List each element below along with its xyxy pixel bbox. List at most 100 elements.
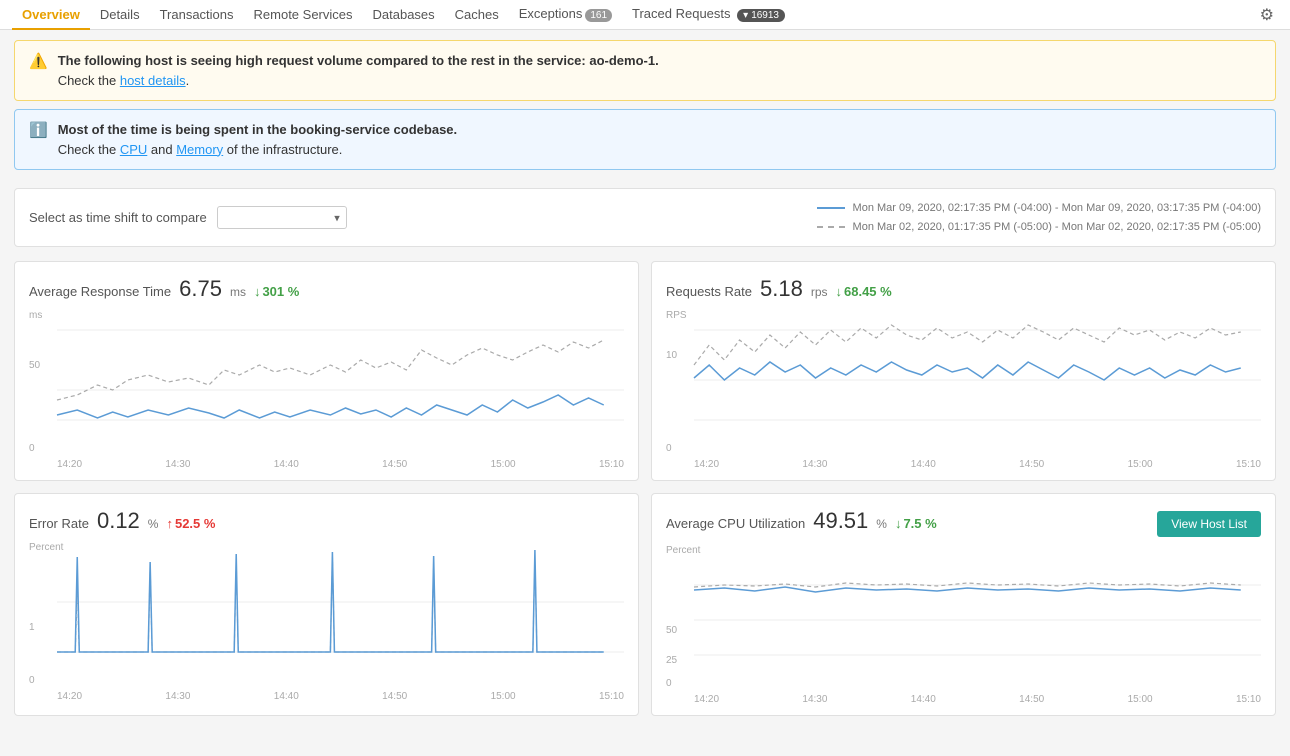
art-x5: 15:10	[599, 459, 624, 470]
nav-transactions[interactable]: Transactions	[150, 1, 244, 30]
art-x1: 14:30	[165, 459, 190, 470]
art-value: 6.75	[179, 276, 222, 302]
rr-x1: 14:30	[802, 459, 827, 470]
art-y-tick: 50	[29, 360, 40, 371]
timeshift-select[interactable]	[217, 206, 347, 229]
nav-traced-requests[interactable]: Traced Requests ▾16913	[622, 0, 795, 30]
nav-databases[interactable]: Databases	[363, 1, 445, 30]
cpu-unit: %	[876, 517, 887, 531]
cpu-y-tick25: 25	[666, 655, 677, 666]
rr-x4: 15:00	[1128, 459, 1153, 470]
er-x2: 14:40	[274, 691, 299, 702]
exceptions-badge: 161	[585, 9, 612, 22]
gear-wrap: ⚙	[1256, 1, 1278, 29]
art-x3: 14:50	[382, 459, 407, 470]
er-y-label: Percent	[29, 542, 63, 553]
rr-x5: 15:10	[1236, 459, 1261, 470]
settings-button[interactable]: ⚙	[1256, 1, 1278, 29]
legend-solid-line: Mon Mar 09, 2020, 02:17:35 PM (-04:00) -…	[817, 199, 1261, 218]
cpu-svg	[666, 545, 1261, 705]
dashed-line-icon	[817, 226, 845, 228]
nav-caches[interactable]: Caches	[445, 1, 509, 30]
art-change: 301 %	[254, 284, 299, 299]
cpu-x0: 14:20	[694, 694, 719, 705]
art-svg	[29, 310, 624, 470]
rr-x0: 14:20	[694, 459, 719, 470]
rr-x3: 14:50	[1019, 459, 1044, 470]
cpu-link[interactable]: CPU	[120, 142, 147, 157]
rr-change: 68.45 %	[836, 284, 892, 299]
host-details-link[interactable]: host details	[120, 73, 186, 88]
rr-x2: 14:40	[911, 459, 936, 470]
rr-value: 5.18	[760, 276, 803, 302]
chart-header-rr: Requests Rate 5.18 rps 68.45 %	[666, 276, 1261, 302]
nav-bar: Overview Details Transactions Remote Ser…	[0, 0, 1290, 30]
alert-warning-text: The following host is seeing high reques…	[58, 51, 659, 90]
rr-unit: rps	[811, 285, 828, 299]
er-x3: 14:50	[382, 691, 407, 702]
er-unit: %	[148, 517, 159, 531]
cpu-x4: 15:00	[1128, 694, 1153, 705]
er-x4: 15:00	[491, 691, 516, 702]
er-chart-area: Percent 1 0 14:20 14:30 14:40 14:50 15:0…	[29, 542, 624, 702]
art-y-label: ms	[29, 310, 42, 321]
er-x1: 14:30	[165, 691, 190, 702]
alerts-section: ⚠️ The following host is seeing high req…	[0, 30, 1290, 180]
timeshift-label: Select as time shift to compare	[29, 210, 207, 225]
rr-title: Requests Rate	[666, 284, 752, 299]
cpu-y-label: Percent	[666, 545, 700, 556]
chart-header-art: Average Response Time 6.75 ms 301 %	[29, 276, 624, 302]
avg-cpu-card: Average CPU Utilization 49.51 % 7.5 % Vi…	[651, 493, 1276, 716]
cpu-y-tick50: 50	[666, 625, 677, 636]
alert-warning: ⚠️ The following host is seeing high req…	[14, 40, 1276, 101]
memory-link[interactable]: Memory	[176, 142, 223, 157]
er-y-tick: 1	[29, 622, 35, 633]
cpu-x5: 15:10	[1236, 694, 1261, 705]
art-x0: 14:20	[57, 459, 82, 470]
timeshift-select-wrap	[217, 206, 347, 229]
alert-info-text: Most of the time is being spent in the b…	[58, 120, 457, 159]
art-y-zero: 0	[29, 443, 35, 454]
art-chart-area: ms 50 0 14:20 14:30 14:40 14:50 15:00 15	[29, 310, 624, 470]
chart-header-er: Error Rate 0.12 % 52.5 %	[29, 508, 624, 534]
cpu-y-zero: 0	[666, 678, 672, 689]
cpu-chart-area: Percent 50 25 0 14:20 14:30 14:40 14:50 …	[666, 545, 1261, 705]
chart-header-cpu: Average CPU Utilization 49.51 % 7.5 % Vi…	[666, 508, 1261, 537]
art-title: Average Response Time	[29, 284, 171, 299]
er-svg	[29, 542, 624, 702]
art-x4: 15:00	[491, 459, 516, 470]
requests-rate-card: Requests Rate 5.18 rps 68.45 % RPS 10 0 …	[651, 261, 1276, 481]
solid-line-icon	[817, 207, 845, 209]
nav-overview[interactable]: Overview	[12, 1, 90, 30]
er-change: 52.5 %	[166, 516, 215, 531]
nav-details[interactable]: Details	[90, 1, 150, 30]
legend-dashed-line: Mon Mar 02, 2020, 01:17:35 PM (-05:00) -…	[817, 218, 1261, 237]
charts-grid: Average Response Time 6.75 ms 301 % ms 5…	[0, 255, 1290, 730]
info-icon: ℹ️	[29, 121, 48, 139]
avg-response-time-card: Average Response Time 6.75 ms 301 % ms 5…	[14, 261, 639, 481]
art-unit: ms	[230, 285, 246, 299]
error-rate-card: Error Rate 0.12 % 52.5 % Percent 1 0 14:…	[14, 493, 639, 716]
rr-y-label: RPS	[666, 310, 687, 321]
rr-svg	[666, 310, 1261, 470]
cpu-x2: 14:40	[911, 694, 936, 705]
nav-exceptions[interactable]: Exceptions161	[509, 0, 622, 29]
nav-remote-services[interactable]: Remote Services	[244, 1, 363, 30]
cpu-title: Average CPU Utilization	[666, 516, 805, 531]
er-x5: 15:10	[599, 691, 624, 702]
rr-chart-area: RPS 10 0 14:20 14:30 14:40 14:50 15:00 1…	[666, 310, 1261, 470]
alert-info: ℹ️ Most of the time is being spent in th…	[14, 109, 1276, 170]
rr-y-zero: 0	[666, 443, 672, 454]
rr-y-tick: 10	[666, 350, 677, 361]
traced-requests-badge: ▾16913	[737, 9, 785, 22]
warning-icon: ⚠️	[29, 52, 48, 70]
view-host-list-button[interactable]: View Host List	[1157, 511, 1261, 537]
er-x0: 14:20	[57, 691, 82, 702]
legend: Mon Mar 09, 2020, 02:17:35 PM (-04:00) -…	[817, 199, 1261, 236]
cpu-value: 49.51	[813, 508, 868, 534]
cpu-change: 7.5 %	[895, 516, 937, 531]
er-value: 0.12	[97, 508, 140, 534]
timeshift-bar: Select as time shift to compare Mon Mar …	[14, 188, 1276, 247]
cpu-x3: 14:50	[1019, 694, 1044, 705]
er-title: Error Rate	[29, 516, 89, 531]
